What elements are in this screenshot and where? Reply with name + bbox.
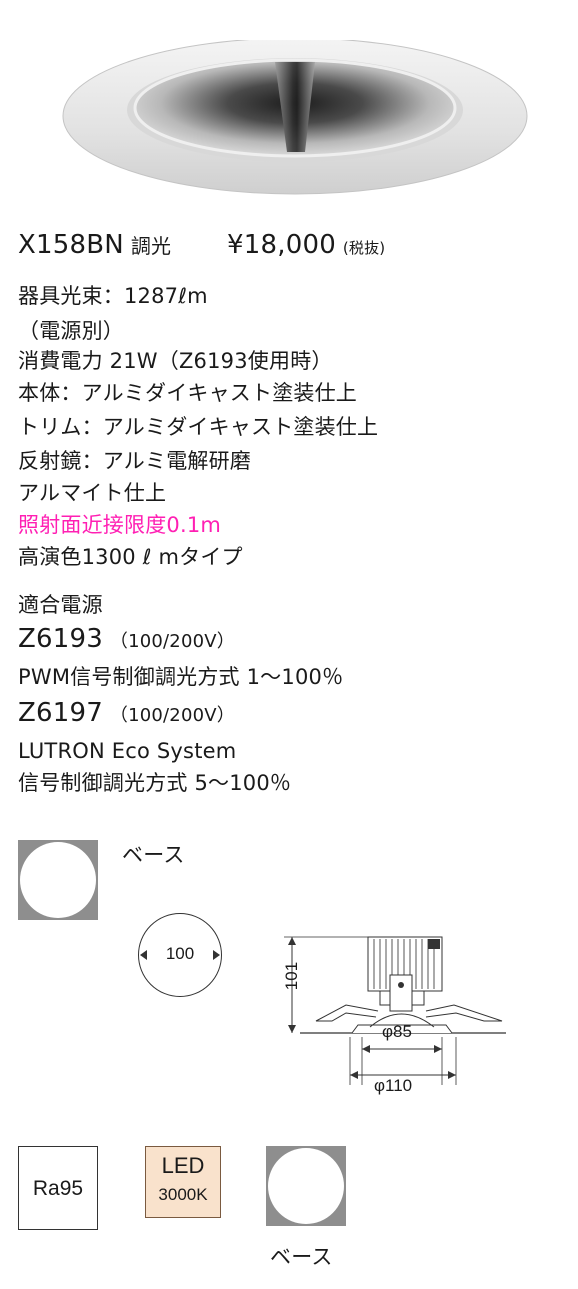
color-rendering-badge: Ra95 — [18, 1146, 98, 1230]
spec-lumen: 器具光束：1287ℓm — [18, 284, 208, 308]
dimming-label: 調光 — [130, 234, 172, 258]
led-badge: LED 3000K — [145, 1146, 221, 1218]
price: ¥18,000 — [227, 230, 336, 260]
base-label-bottom: ベース — [270, 1245, 333, 1269]
base-symbol-bottom-icon — [266, 1146, 346, 1226]
model-code: X158BN — [18, 230, 124, 260]
outer-diameter: φ110 — [374, 1076, 413, 1095]
unit2-desc-line1: LUTRON Eco System — [18, 739, 237, 763]
led-color-temp: 3000K — [158, 1185, 208, 1204]
unit2-voltage: （100/200V） — [109, 705, 235, 726]
spec-type: 高演色1300 ℓ mタイプ — [18, 545, 243, 569]
unit2-desc-line2: 信号制御調光方式 5〜100％ — [18, 771, 292, 795]
height-dimension: 101 — [282, 961, 302, 991]
model-line: X158BN 調光 ¥18,000 (税抜) — [18, 232, 385, 261]
inner-diameter: φ85 — [382, 1022, 412, 1041]
unit2-line: Z6197 （100/200V） — [18, 700, 235, 729]
ra-label: Ra95 — [32, 1177, 84, 1200]
power-units-heading: 適合電源 — [18, 593, 103, 617]
cutout-size-arrows — [140, 950, 220, 960]
spec-body: 本体：アルミダイキャスト塗装仕上 — [18, 381, 357, 405]
unit1-line: Z6193 （100/200V） — [18, 626, 235, 655]
product-photo — [62, 40, 528, 195]
price-tax-note: (税抜) — [342, 239, 386, 257]
spec-trim: トリム：アルミダイキャスト塗装仕上 — [18, 415, 379, 439]
led-label: LED — [161, 1153, 205, 1178]
unit1-code: Z6193 — [18, 624, 103, 654]
spec-proximity-limit: 照射面近接限度0.1m — [18, 513, 222, 537]
spec-power-source: （電源別） — [18, 319, 124, 343]
base-symbol-icon — [18, 840, 98, 920]
unit1-desc: PWM信号制御調光方式 1〜100％ — [18, 665, 344, 689]
base-label-top: ベース — [122, 843, 185, 867]
spec-reflector-finish: アルマイト仕上 — [18, 481, 167, 505]
spec-reflector: 反射鏡：アルミ電解研磨 — [18, 449, 251, 473]
spec-power: 消費電力 21W（Z6193使用時） — [18, 349, 333, 373]
unit1-voltage: （100/200V） — [109, 631, 235, 652]
unit2-code: Z6197 — [18, 698, 103, 728]
